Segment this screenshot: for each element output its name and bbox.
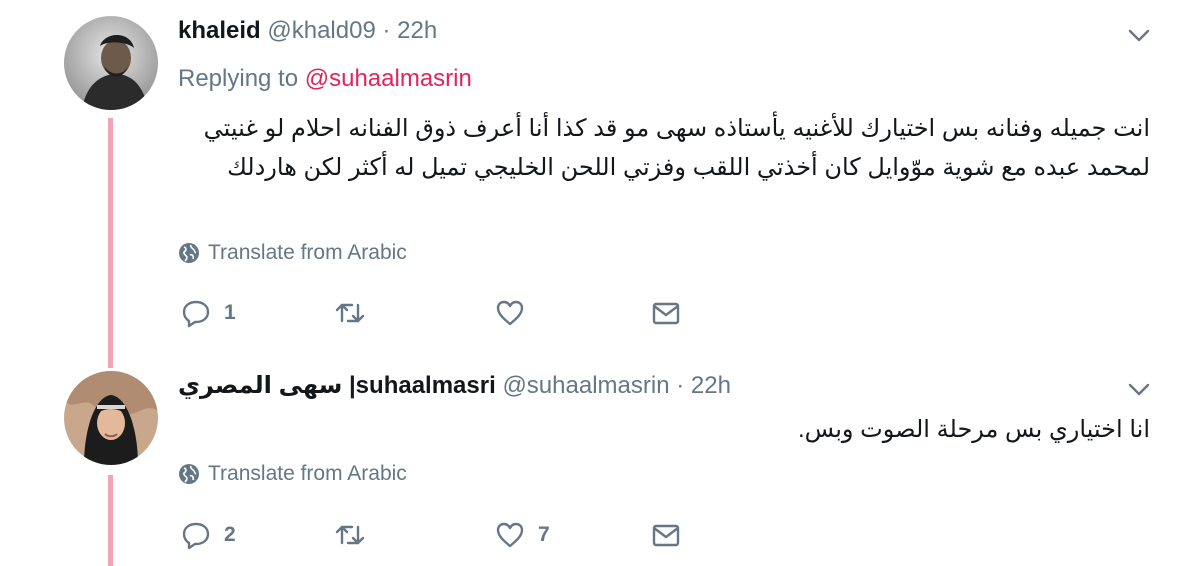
avatar[interactable] [64, 16, 158, 110]
direct-message-icon [652, 302, 680, 325]
timestamp[interactable]: 22h [691, 372, 731, 399]
tweet-header: سهى المصري |suhaalmasri @suhaalmasrin · … [178, 371, 731, 401]
thread-line [108, 475, 113, 566]
thread-line [108, 118, 113, 368]
reply-icon [182, 522, 210, 550]
tweet-text: انت جميله وفنانه بس اختيارك للأغنيه يأست… [203, 115, 1150, 181]
avatar[interactable] [64, 371, 158, 465]
globe-icon [179, 243, 199, 263]
like-icon [496, 300, 524, 326]
retweet-icon [335, 303, 365, 323]
translate-link[interactable]: Translate from Arabic [178, 461, 407, 487]
tweet[interactable]: khaleid @khald09 · 22h Replying to @suha… [0, 0, 1200, 368]
mention-link[interactable]: @suhaalmasrin [305, 65, 472, 92]
reply-icon [182, 300, 210, 328]
replying-to: Replying to @suhaalmasrin [178, 64, 472, 94]
reply-button[interactable]: 2 [180, 515, 236, 555]
like-icon [496, 522, 524, 548]
globe-icon [179, 464, 199, 484]
tweet-actions: 2 7 [178, 515, 778, 555]
user-handle[interactable]: @khald09 [267, 17, 375, 44]
retweet-button[interactable] [334, 293, 378, 333]
retweet-icon [335, 525, 365, 545]
tweet-actions: 1 [178, 293, 778, 333]
direct-message-icon [652, 524, 680, 547]
separator: · [676, 372, 685, 399]
tweet-text: انا اختياري بس مرحلة الصوت وبس. [797, 416, 1150, 443]
direct-message-button[interactable] [650, 293, 682, 333]
tweet-header: khaleid @khald09 · 22h [178, 16, 437, 46]
reply-count: 1 [224, 301, 236, 324]
direct-message-button[interactable] [650, 515, 682, 555]
retweet-button[interactable] [334, 515, 378, 555]
translate-link[interactable]: Translate from Arabic [178, 240, 407, 266]
chevron-down-icon[interactable] [1126, 376, 1152, 402]
timestamp[interactable]: 22h [397, 17, 437, 44]
display-name[interactable]: khaleid [178, 17, 261, 44]
reply-button[interactable]: 1 [180, 293, 236, 333]
replying-to-label: Replying to [178, 65, 305, 92]
user-handle[interactable]: @suhaalmasrin [502, 372, 669, 399]
separator: · [382, 17, 391, 44]
chevron-down-icon[interactable] [1126, 22, 1152, 48]
display-name[interactable]: سهى المصري |suhaalmasri [178, 372, 496, 399]
tweet[interactable]: سهى المصري |suhaalmasri @suhaalmasrin · … [0, 360, 1200, 566]
translate-label: Translate from Arabic [208, 462, 407, 485]
like-count: 7 [538, 523, 550, 546]
translate-label: Translate from Arabic [208, 241, 407, 264]
reply-count: 2 [224, 523, 236, 546]
like-button[interactable]: 7 [494, 515, 550, 555]
like-button[interactable] [494, 293, 538, 333]
